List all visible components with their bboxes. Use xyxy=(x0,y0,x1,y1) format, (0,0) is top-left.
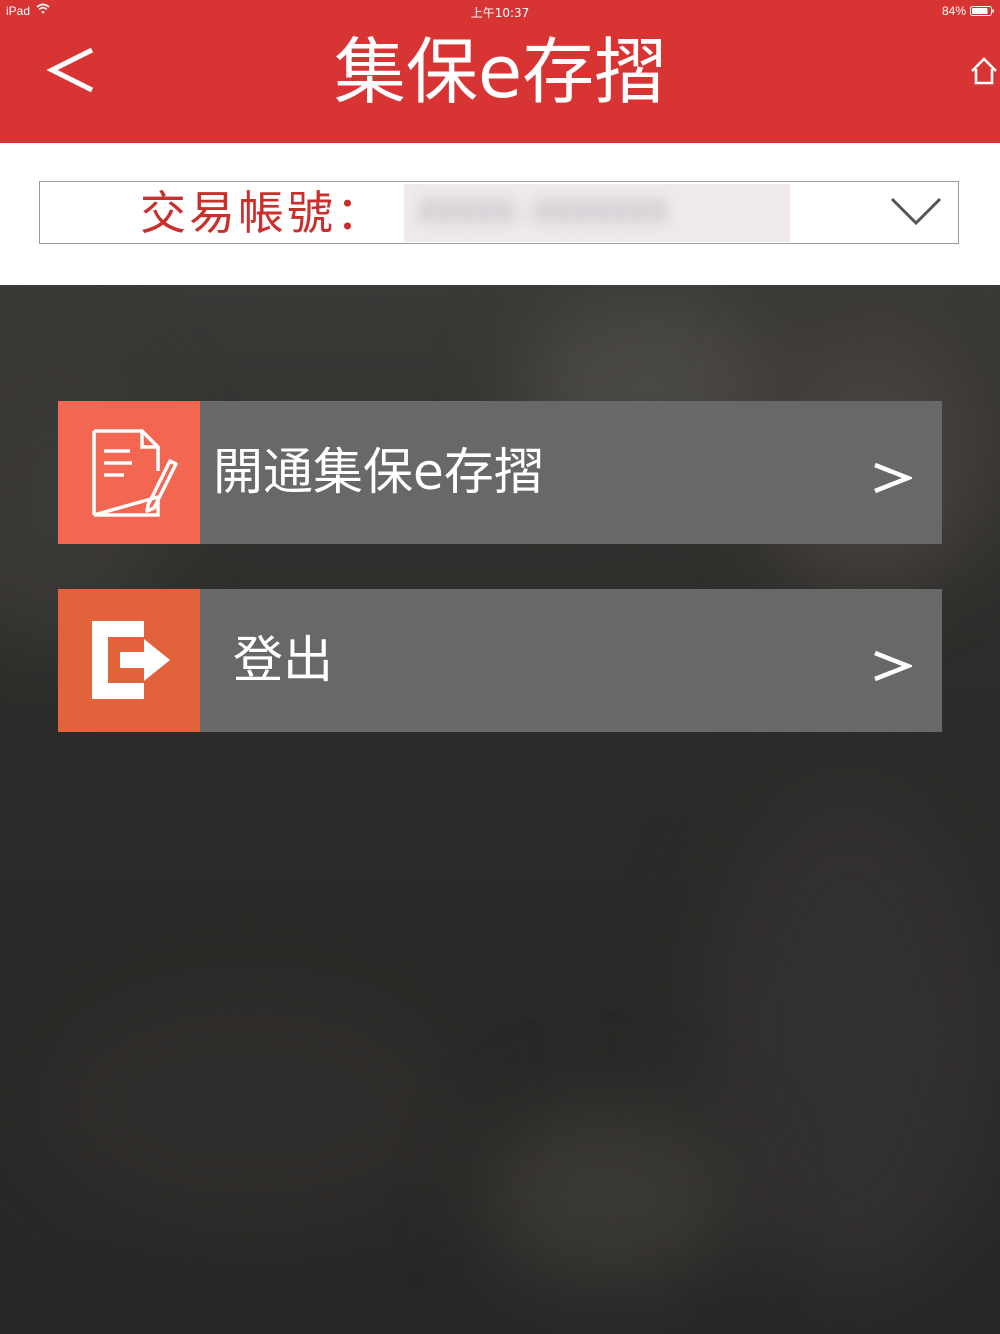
chevron-right-icon xyxy=(874,650,912,682)
page-title: 集保e存摺 xyxy=(333,30,667,114)
account-band: 交易帳號： XXXXX-XXXXXXX xyxy=(0,143,1000,285)
status-bar: iPad 上午10:37 84% xyxy=(0,0,1000,22)
battery-icon xyxy=(970,6,994,16)
menu-item-open-passbook[interactable]: 開通集保e存摺 xyxy=(58,401,942,544)
account-label: 交易帳號： xyxy=(140,186,385,240)
header: iPad 上午10:37 84% 集保e存摺 xyxy=(0,0,1000,143)
account-number-text: XXXXX-XXXXXXX xyxy=(418,193,669,231)
chevron-right-icon xyxy=(874,462,912,494)
battery-percentage: 84% xyxy=(941,4,966,18)
content-area: 開通集保e存摺 登出 xyxy=(0,285,1000,1334)
document-edit-icon xyxy=(92,429,178,517)
background-blur xyxy=(40,985,460,1225)
home-icon xyxy=(971,57,997,85)
home-button[interactable] xyxy=(968,56,1000,86)
background-blur xyxy=(480,1105,740,1285)
menu-icon-box xyxy=(58,401,200,544)
menu-icon-box xyxy=(58,589,200,732)
background-blur xyxy=(700,785,1000,1285)
account-number-masked: XXXXX-XXXXXXX xyxy=(404,184,790,242)
app-root: iPad 上午10:37 84% 集保e存摺 交易帳號： XXXXX-XXXXX… xyxy=(0,0,1000,1334)
menu-item-label: 登出 xyxy=(233,631,333,689)
account-select[interactable]: 交易帳號： XXXXX-XXXXXXX xyxy=(39,181,959,244)
back-button[interactable] xyxy=(40,42,104,98)
status-time: 上午10:37 xyxy=(470,6,530,20)
menu-item-label: 開通集保e存摺 xyxy=(213,443,544,501)
menu-item-logout[interactable]: 登出 xyxy=(58,589,942,732)
chevron-down-icon xyxy=(890,197,942,226)
back-chevron-icon xyxy=(46,47,94,93)
logout-icon xyxy=(92,621,170,699)
